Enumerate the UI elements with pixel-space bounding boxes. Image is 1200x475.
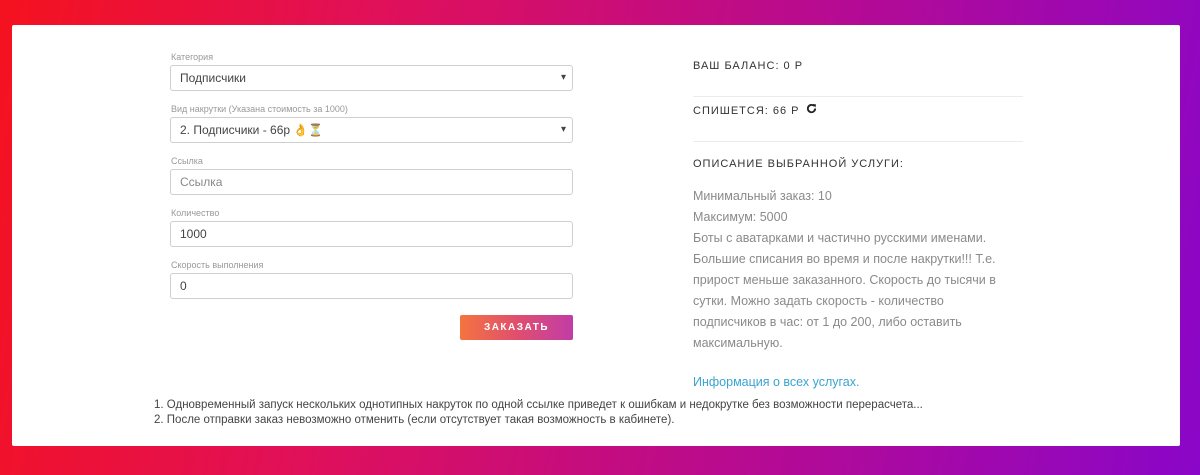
note-2: 2. После отправки заказ невозможно отмен… (154, 414, 675, 426)
service-label: Вид накрутки (Указана стоимость за 1000) (171, 104, 348, 114)
speed-input[interactable]: 0 (170, 273, 573, 299)
all-services-link[interactable]: Информация о всех услугах. (693, 375, 859, 389)
charge-text: СПИШЕТСЯ: 66 Р (693, 105, 800, 117)
submit-row: ЗАКАЗАТЬ (170, 312, 573, 342)
link-label: Ссылка (171, 156, 203, 166)
max-order: Максимум: 5000 (693, 210, 788, 224)
balance-text: ВАШ БАЛАНС: 0 Р (693, 60, 804, 72)
description-title: ОПИСАНИЕ ВЫБРАННОЙ УСЛУГИ: (693, 158, 904, 170)
quantity-value: 1000 (180, 227, 207, 241)
category-value: Подписчики (180, 71, 247, 85)
charge-line: СПИШЕТСЯ: 66 Р (693, 97, 1023, 142)
note-1: 1. Одновременный запуск нескольких однот… (154, 399, 923, 411)
min-order: Минимальный заказ: 10 (693, 189, 832, 203)
category-select[interactable]: Подписчики (170, 65, 573, 91)
balance-line: ВАШ БАЛАНС: 0 Р (693, 52, 1023, 97)
order-form: Категория Подписчики Вид накрутки (Указа… (170, 52, 573, 342)
quantity-input[interactable]: 1000 (170, 221, 573, 247)
order-button[interactable]: ЗАКАЗАТЬ (460, 315, 573, 340)
notes: 1. Одновременный запуск нескольких однот… (154, 398, 923, 428)
speed-value: 0 (180, 279, 187, 293)
link-input[interactable]: Ссылка (170, 169, 573, 195)
order-card: Категория Подписчики Вид накрутки (Указа… (12, 25, 1180, 446)
order-info: ВАШ БАЛАНС: 0 Р СПИШЕТСЯ: 66 Р ОПИСАНИЕ … (693, 52, 1023, 391)
description-text: Боты с аватарками и частично русскими им… (693, 231, 996, 350)
category-label: Категория (171, 52, 214, 62)
quantity-label: Количество (171, 208, 220, 218)
refresh-icon[interactable] (806, 97, 817, 125)
service-description: Минимальный заказ: 10 Максимум: 5000 Бот… (693, 186, 1003, 354)
speed-label: Скорость выполнения (171, 260, 264, 270)
service-value: 2. Подписчики - 66р 👌⏳ (180, 123, 324, 137)
link-placeholder: Ссылка (180, 175, 223, 189)
service-select[interactable]: 2. Подписчики - 66р 👌⏳ (170, 117, 573, 143)
